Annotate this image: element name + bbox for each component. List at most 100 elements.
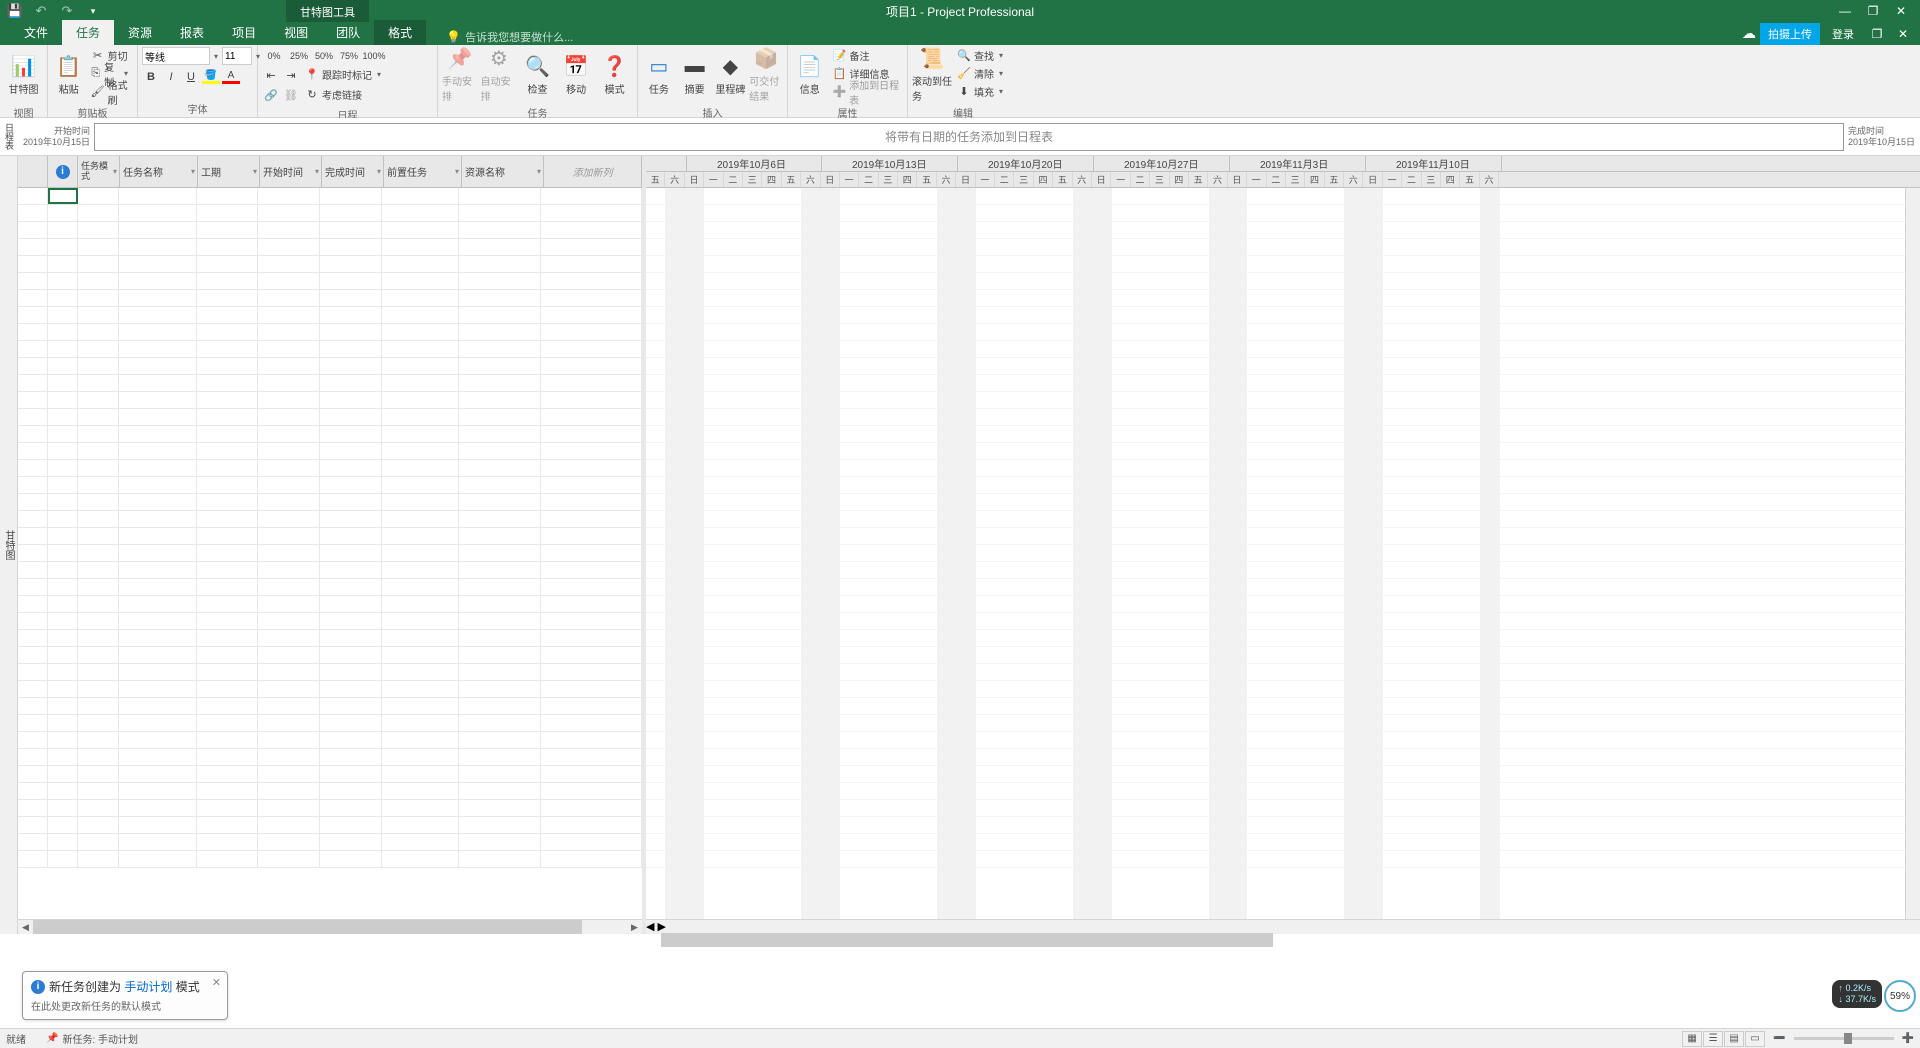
pct-100-button[interactable]: 100% [362,47,386,64]
pct-50-button[interactable]: 50% [312,47,336,64]
pct-25-button[interactable]: 25% [287,47,311,64]
minimize-icon[interactable]: — [1834,2,1856,20]
manual-schedule-button[interactable]: 📌手动安排 [442,47,479,102]
grid-header-finish[interactable]: 完成时间▾ [322,156,384,187]
gantt-chart-button[interactable]: 📊 甘特图 [4,47,43,102]
table-row[interactable] [18,222,642,239]
gantt-scroll-left-icon[interactable]: ◀ [646,921,654,933]
table-row[interactable] [18,443,642,460]
grid-header-predecessors[interactable]: 前置任务▾ [384,156,462,187]
table-row[interactable] [18,749,642,766]
zoom-out-icon[interactable]: ➖ [1773,1033,1785,1044]
table-row[interactable] [18,256,642,273]
indent-button[interactable]: ⇥ [282,66,300,84]
zoom-handle[interactable] [1844,1033,1852,1044]
pct-75-button[interactable]: 75% [337,47,361,64]
tab-view[interactable]: 视图 [270,20,322,45]
pin-icon[interactable]: 📌 [46,1033,58,1044]
unlink-button[interactable]: ⛓ [282,86,300,104]
table-row[interactable] [18,851,642,868]
grid-header-resources[interactable]: 资源名称▾ [462,156,544,187]
track-mark-button[interactable]: 📍跟踪时标记▾ [302,66,386,83]
font-name-dropdown-icon[interactable]: ▾ [212,52,220,61]
view-network-button[interactable]: ▤ [1724,1031,1744,1047]
zoom-slider[interactable] [1794,1037,1894,1040]
table-row[interactable] [18,307,642,324]
scroll-right-icon[interactable]: ▶ [627,920,642,934]
qat-dropdown-icon[interactable]: ▾ [84,2,102,20]
notes-button[interactable]: 📝备注 [829,47,903,64]
table-row[interactable] [18,341,642,358]
table-row[interactable] [18,358,642,375]
grid-header-mode[interactable]: 任务模式▾ [78,156,120,187]
table-row[interactable] [18,290,642,307]
move-button[interactable]: 📅移动 [558,47,595,102]
table-row[interactable] [18,630,642,647]
milestone-button[interactable]: ◆里程碑 [714,47,748,102]
table-row[interactable] [18,562,642,579]
outdent-button[interactable]: ⇤ [262,66,280,84]
undo-icon[interactable]: ↶ [32,2,50,20]
grid-header-info[interactable]: i [48,156,78,187]
table-row[interactable] [18,766,642,783]
link-button[interactable]: 🔗 [262,86,280,104]
table-row[interactable] [18,732,642,749]
table-row[interactable] [18,783,642,800]
table-row[interactable] [18,273,642,290]
restore-icon[interactable]: ❐ [1862,2,1884,20]
grid-header-duration[interactable]: 工期▾ [198,156,260,187]
gantt-body[interactable] [646,188,1920,919]
view-calendar-button[interactable]: ▭ [1745,1031,1765,1047]
grid-header-rownum[interactable] [18,156,48,187]
gantt-scroll-thumb[interactable] [661,933,1273,947]
upload-button[interactable]: 拍摄上传 [1760,23,1820,45]
inspect-button[interactable]: 🔍检查 [519,47,556,102]
notification-subtitle[interactable]: 在此处更改新任务的默认模式 [31,998,219,1013]
table-row[interactable] [18,188,642,205]
timeline-track[interactable]: 将带有日期的任务添加到日程表 [94,123,1844,151]
table-row[interactable] [18,205,642,222]
clear-button[interactable]: 🧹清除▾ [954,65,1008,82]
gantt-scroll-right-icon[interactable]: ▶ [658,921,666,933]
tab-task[interactable]: 任务 [62,20,114,45]
gantt-vertical-scrollbar[interactable] [1905,188,1920,919]
table-row[interactable] [18,426,642,443]
ribbon-close-icon[interactable]: ✕ [1892,25,1914,43]
tab-resource[interactable]: 资源 [114,20,166,45]
summary-button[interactable]: ▬摘要 [678,47,712,102]
scroll-left-icon[interactable]: ◀ [18,920,33,934]
notification-close-icon[interactable]: ✕ [212,976,221,989]
table-row[interactable] [18,613,642,630]
find-button[interactable]: 🔍查找▾ [954,47,1008,64]
tab-report[interactable]: 报表 [166,20,218,45]
respect-links-button[interactable]: ↻考虑链接 [302,86,365,103]
format-painter-button[interactable]: 🖌格式刷 [88,83,133,100]
redo-icon[interactable]: ↷ [58,2,76,20]
table-row[interactable] [18,494,642,511]
save-icon[interactable]: 💾 [6,2,24,20]
grid-horizontal-scrollbar[interactable]: ◀ ▶ [18,919,642,934]
status-new-task[interactable]: 新任务: 手动计划 [62,1031,138,1046]
pct-0-button[interactable]: 0% [262,47,286,64]
information-button[interactable]: 📄信息 [792,47,827,102]
table-row[interactable] [18,528,642,545]
scroll-to-task-button[interactable]: 📜滚动到任务 [912,47,952,102]
tell-me-search[interactable]: 💡 告诉我您想要做什么... [446,29,573,45]
table-row[interactable] [18,579,642,596]
fill-color-button[interactable]: 🪣 [202,68,220,86]
font-size-select[interactable] [222,47,252,65]
grid-body[interactable] [18,188,642,919]
close-icon[interactable]: ✕ [1890,2,1912,20]
gantt-horizontal-scrollbar[interactable]: ◀ ▶ [646,919,1920,934]
table-row[interactable] [18,239,642,256]
mode-button[interactable]: ❓模式 [596,47,633,102]
grid-header-addnew[interactable]: 添加新列 [544,156,642,187]
tab-project[interactable]: 项目 [218,20,270,45]
underline-button[interactable]: U [182,68,200,86]
table-row[interactable] [18,596,642,613]
table-row[interactable] [18,409,642,426]
zoom-in-icon[interactable]: ➕ [1902,1033,1914,1044]
tab-file[interactable]: 文件 [10,20,62,45]
grid-header-name[interactable]: 任务名称▾ [120,156,198,187]
table-row[interactable] [18,698,642,715]
